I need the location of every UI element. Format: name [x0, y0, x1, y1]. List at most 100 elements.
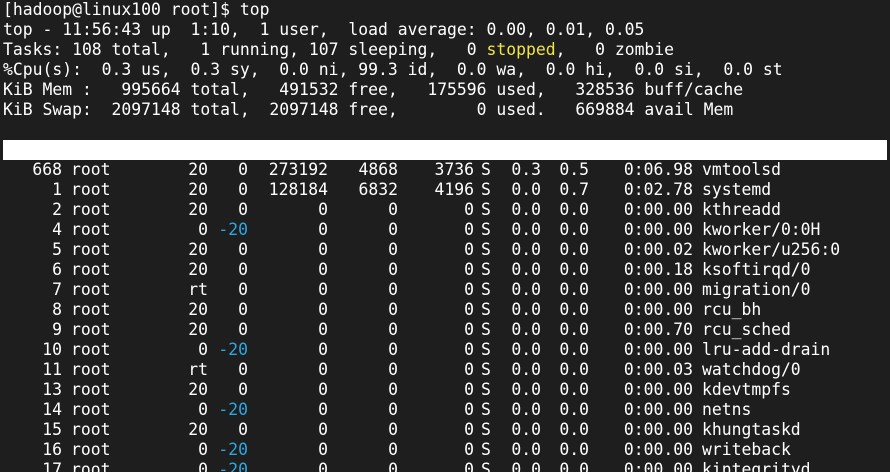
process-nice: -20 [218, 460, 248, 472]
mem-line: KiB Mem : 995664 total, 491532 free, 175… [3, 80, 744, 99]
process-res: 0 [388, 260, 398, 279]
process-state: S [481, 180, 491, 199]
process-priority: 20 [188, 200, 208, 219]
process-nice: -20 [218, 400, 248, 419]
cpu-line: %Cpu(s): 0.3 us, 0.3 sy, 0.0 ni, 99.3 id… [3, 60, 783, 79]
process-virt: 0 [318, 200, 328, 219]
process-cpu: 0.0 [511, 280, 541, 299]
process-priority: 20 [188, 160, 208, 179]
process-res: 0 [388, 360, 398, 379]
process-row: 17 root 0 -20 0 0 0 S 0.0 0.0 0:00.00 kintegrityd [3, 460, 887, 472]
process-mem: 0.0 [559, 320, 589, 339]
process-mem: 0.0 [559, 220, 589, 239]
process-priority: 0 [198, 460, 208, 472]
process-state: S [481, 460, 491, 472]
process-state: S [481, 320, 491, 339]
process-cpu: 0.0 [511, 440, 541, 459]
process-row: 5 root 20 0 0 0 0 S 0.0 0.0 0:00.02 kworker/u256:0 [3, 240, 887, 260]
process-time: 0:00.00 [623, 420, 693, 439]
process-time: 0:06.98 [623, 160, 693, 179]
process-pid: 9 [52, 320, 62, 339]
process-command: khungtaskd [702, 420, 801, 439]
tasks-summary: Tasks: 108 total, 1 running, 107 sleepin… [3, 40, 487, 59]
process-row: 6 root 20 0 0 0 0 S 0.0 0.0 0:00.18 ksoftirqd/0 [3, 260, 887, 280]
process-user: root [71, 320, 111, 339]
process-mem: 0.0 [559, 360, 589, 379]
process-cpu: 0.0 [511, 180, 541, 199]
process-virt: 0 [318, 420, 328, 439]
process-command: kworker/u256:0 [702, 240, 841, 259]
process-nice: 0 [238, 280, 248, 299]
process-state: S [481, 340, 491, 359]
process-state: S [481, 280, 491, 299]
process-res: 0 [388, 240, 398, 259]
process-mem: 0.0 [559, 440, 589, 459]
process-command: lru-add-drain [702, 340, 831, 359]
process-user: root [71, 380, 111, 399]
process-row: 16 root 0 -20 0 0 0 S 0.0 0.0 0:00.00 writeback [3, 440, 887, 460]
process-state: S [481, 420, 491, 439]
process-shr: 0 [464, 260, 474, 279]
process-pid: 13 [42, 380, 62, 399]
process-nice: 0 [238, 320, 248, 339]
process-nice: -20 [218, 340, 248, 359]
process-virt: 0 [318, 360, 328, 379]
process-res: 6832 [358, 180, 398, 199]
process-nice: 0 [238, 180, 248, 199]
terminal-window[interactable]: [hadoop@linux100 root]$ top top - 11:56:… [3, 0, 887, 472]
process-mem: 0.0 [559, 300, 589, 319]
process-priority: 20 [188, 380, 208, 399]
process-command: vmtoolsd [702, 160, 781, 179]
process-priority: 20 [188, 240, 208, 259]
process-mem: 0.7 [559, 180, 589, 199]
process-state: S [481, 380, 491, 399]
process-list: 668 root 20 0 273192 4868 3736 S 0.3 0.5 0:06.98 vm… [3, 160, 887, 472]
process-command: ksoftirqd/0 [702, 260, 811, 279]
tasks-zombie: , 0 zombie [555, 40, 675, 59]
process-cpu: 0.0 [511, 240, 541, 259]
process-priority: 20 [188, 320, 208, 339]
process-user: root [71, 280, 111, 299]
process-shr: 3736 [434, 160, 474, 179]
process-command: kdevtmpfs [702, 380, 791, 399]
process-shr: 0 [464, 440, 474, 459]
process-virt: 0 [318, 300, 328, 319]
process-virt: 128184 [268, 180, 328, 199]
process-nice: 0 [238, 200, 248, 219]
process-res: 0 [388, 300, 398, 319]
process-row: 7 root rt 0 0 0 0 S 0.0 0.0 0:00.00 migration/0 [3, 280, 887, 300]
process-pid: 7 [52, 280, 62, 299]
process-nice: -20 [218, 220, 248, 239]
process-user: root [71, 460, 111, 472]
process-virt: 0 [318, 320, 328, 339]
process-mem: 0.0 [559, 280, 589, 299]
process-shr: 4196 [434, 180, 474, 199]
process-row: 1 root 20 0 128184 6832 4196 S 0.0 0.7 0:02.78 syst… [3, 180, 887, 200]
process-time: 0:00.70 [623, 320, 693, 339]
process-virt: 0 [318, 240, 328, 259]
process-shr: 0 [464, 300, 474, 319]
process-mem: 0.5 [559, 160, 589, 179]
process-user: root [71, 400, 111, 419]
process-pid: 2 [52, 200, 62, 219]
process-command: rcu_bh [702, 300, 762, 319]
process-virt: 0 [318, 340, 328, 359]
process-res: 0 [388, 420, 398, 439]
process-res: 0 [388, 380, 398, 399]
process-shr: 0 [464, 220, 474, 239]
process-state: S [481, 360, 491, 379]
process-command: rcu_sched [702, 320, 791, 339]
process-time: 0:00.00 [623, 220, 693, 239]
process-command: netns [702, 400, 752, 419]
process-priority: rt [188, 360, 208, 379]
process-res: 0 [388, 340, 398, 359]
process-command: kintegrityd [702, 460, 811, 472]
process-nice: -20 [218, 440, 248, 459]
process-time: 0:00.00 [623, 280, 693, 299]
process-nice: 0 [238, 300, 248, 319]
process-shr: 0 [464, 280, 474, 299]
uptime-line: top - 11:56:43 up 1:10, 1 user, load ave… [3, 20, 645, 39]
process-user: root [71, 440, 111, 459]
process-priority: 20 [188, 180, 208, 199]
process-user: root [71, 220, 111, 239]
